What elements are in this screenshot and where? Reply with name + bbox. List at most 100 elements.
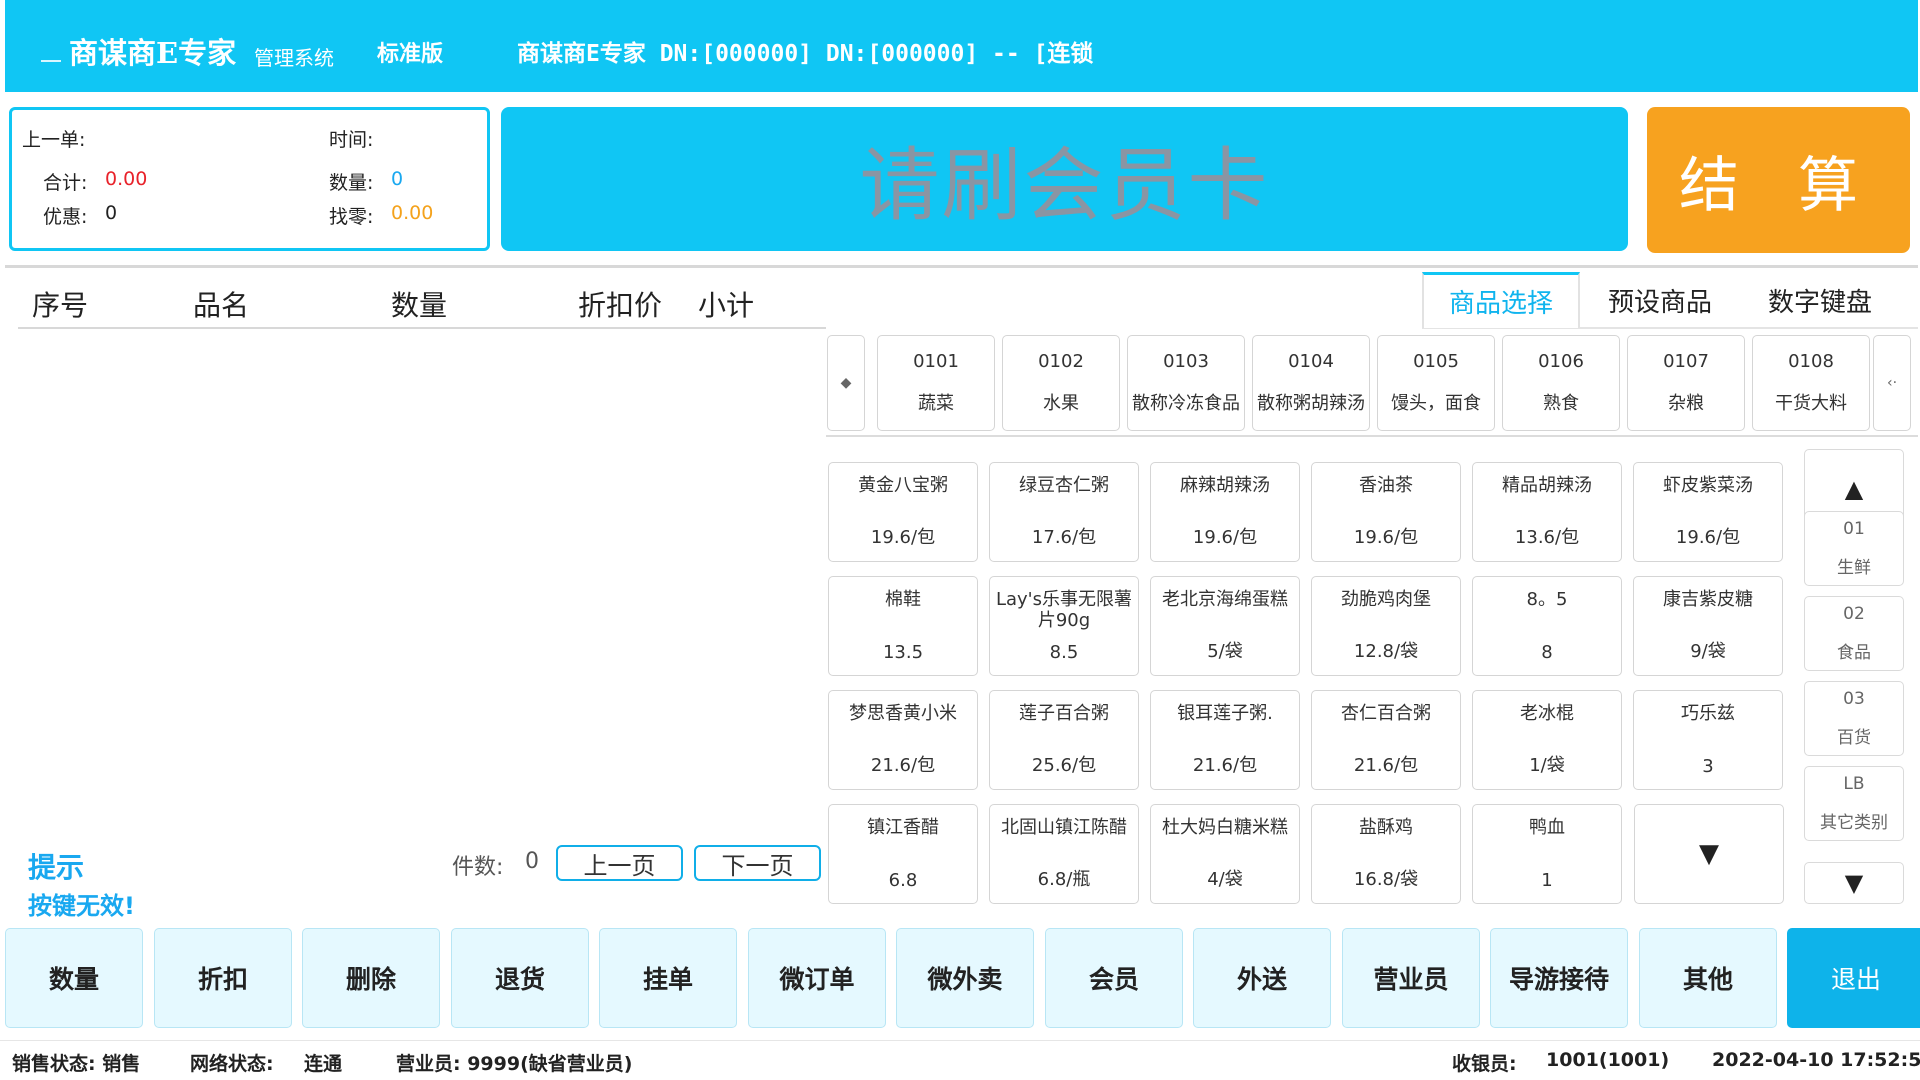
product-price: 8.5 [1049,642,1079,663]
product-button[interactable]: 镇江香醋 6.8 [828,804,978,904]
next-page-button[interactable]: 下一页 [694,845,821,881]
tip-text: 按键无效! [28,892,135,920]
quantity-button[interactable]: 数量 [5,928,143,1028]
product-button[interactable]: 老北京海绵蛋糕 5/袋 [1150,576,1300,676]
product-price: 21.6/包 [1353,755,1419,776]
total-label: 合计: [43,172,88,194]
category-button[interactable]: 0104 散称粥胡辣汤 [1252,335,1370,431]
category-button[interactable]: 0106 熟食 [1502,335,1620,431]
product-name: Lay's乐事无限薯片90g [995,589,1133,631]
category-code: 0106 [1538,350,1584,372]
category-code: 0104 [1288,350,1334,372]
return-button[interactable]: 退货 [451,928,589,1028]
brand-subtitle: 管理系统 [254,46,334,70]
other-button[interactable]: 其他 [1639,928,1777,1028]
category-name: 馒头，面食 [1391,393,1481,415]
category-next-button[interactable]: ‹· [1873,335,1911,431]
wechat-delivery-button[interactable]: 微外卖 [896,928,1034,1028]
checkout-button[interactable]: 结 算 [1647,107,1910,253]
category-prev-button[interactable]: ◆ [827,335,865,431]
side-category-button[interactable]: LB 其它类别 [1804,766,1904,841]
sales-state: 销售状态: 销售 [12,1053,141,1075]
member-button[interactable]: 会员 [1045,928,1183,1028]
category-button[interactable]: 0101 蔬菜 [877,335,995,431]
product-name: 鸭血 [1529,817,1565,838]
product-button[interactable]: 精品胡辣汤 13.6/包 [1472,462,1622,562]
product-button[interactable]: 绿豆杏仁粥 17.6/包 [989,462,1139,562]
col-name: 品名 [193,289,250,322]
product-price: 21.6/包 [1192,755,1258,776]
category-button[interactable]: 0105 馒头，面食 [1377,335,1495,431]
category-name: 水果 [1043,393,1079,415]
product-name: 香油茶 [1359,475,1413,496]
category-button[interactable]: 0102 水果 [1002,335,1120,431]
product-button[interactable]: 银耳莲子粥. 21.6/包 [1150,690,1300,790]
member-card-prompt[interactable]: 请刷会员卡 [501,107,1628,251]
product-button[interactable]: 杏仁百合粥 21.6/包 [1311,690,1461,790]
dn-info: 商谋商E专家 DN:[000000] DN:[000000] -- [连锁 [517,41,1094,67]
product-name: 黄金八宝粥 [858,475,948,496]
col-seq: 序号 [32,289,89,322]
product-button[interactable]: 劲脆鸡肉堡 12.8/袋 [1311,576,1461,676]
product-button[interactable]: 香油茶 19.6/包 [1311,462,1461,562]
product-button[interactable]: 麻辣胡辣汤 19.6/包 [1150,462,1300,562]
product-button[interactable]: Lay's乐事无限薯片90g 8.5 [989,576,1139,676]
side-category-button[interactable]: 03 百货 [1804,681,1904,756]
product-name: 杜大妈白糖米糕 [1162,817,1288,838]
product-name: 北固山镇江陈醋 [1001,817,1127,838]
product-button[interactable]: 梦思香黄小米 21.6/包 [828,690,978,790]
guide-reception-button[interactable]: 导游接待 [1490,928,1628,1028]
product-name: 精品胡辣汤 [1502,475,1592,496]
product-button[interactable]: 棉鞋 13.5 [828,576,978,676]
category-button[interactable]: 0103 散称冷冻食品 [1127,335,1245,431]
product-button[interactable]: 杜大妈白糖米糕 4/袋 [1150,804,1300,904]
product-button[interactable]: 虾皮紫菜汤 19.6/包 [1633,462,1783,562]
product-button[interactable]: 康吉紫皮糖 9/袋 [1633,576,1783,676]
col-qty: 数量 [391,289,448,322]
product-button[interactable]: 8。5 8 [1472,576,1622,676]
category-button[interactable]: 0107 杂粮 [1627,335,1745,431]
product-price: 16.8/袋 [1353,869,1419,890]
side-category-button[interactable]: 02 食品 [1804,596,1904,671]
prev-page-button[interactable]: 上一页 [556,845,683,881]
last-order-label: 上一单: [22,129,86,151]
product-price: 5/袋 [1207,641,1243,662]
chevron-down-icon: ▼ [1844,869,1864,897]
category-code: 0101 [913,350,959,372]
delivery-button[interactable]: 外送 [1193,928,1331,1028]
product-button[interactable]: 莲子百合粥 25.6/包 [989,690,1139,790]
product-name: 银耳莲子粥. [1177,703,1273,724]
discount-button[interactable]: 折扣 [154,928,292,1028]
wechat-order-button[interactable]: 微订单 [748,928,886,1028]
time-label: 时间: [329,129,374,151]
tab-preset-products[interactable]: 预设商品 [1580,272,1740,328]
side-category-down-button[interactable]: ▼ [1804,862,1904,904]
change-value: 0.00 [391,202,434,224]
network-state-value: 连通 [304,1053,343,1075]
product-button[interactable]: 老冰棍 1/袋 [1472,690,1622,790]
tab-numeric-keypad[interactable]: 数字键盘 [1740,272,1900,328]
order-list[interactable] [18,330,826,830]
side-category-button[interactable]: 01 生鲜 [1804,511,1904,586]
hold-order-button[interactable]: 挂单 [599,928,737,1028]
product-price: 8 [1541,642,1553,663]
category-code: 0107 [1663,350,1709,372]
product-button[interactable]: 盐酥鸡 16.8/袋 [1311,804,1461,904]
side-category-name: 其它类别 [1820,813,1888,833]
product-button[interactable]: 巧乐兹 3 [1633,690,1783,790]
product-name: 老冰棍 [1520,703,1574,724]
tab-product-select[interactable]: 商品选择 [1422,272,1580,328]
category-name: 杂粮 [1668,393,1704,415]
category-code: 0102 [1038,350,1084,372]
delete-button[interactable]: 删除 [302,928,440,1028]
salesperson-button[interactable]: 营业员 [1342,928,1480,1028]
product-page-down-button[interactable]: ▼ [1634,804,1784,904]
exit-button[interactable]: 退出 [1787,928,1920,1028]
item-count-label: 件数: [452,855,504,880]
logo-mark [41,60,61,62]
product-button[interactable]: 鸭血 1 [1472,804,1622,904]
category-button[interactable]: 0108 干货大料 [1752,335,1870,431]
product-price: 21.6/包 [870,755,936,776]
product-button[interactable]: 黄金八宝粥 19.6/包 [828,462,978,562]
product-button[interactable]: 北固山镇江陈醋 6.8/瓶 [989,804,1139,904]
